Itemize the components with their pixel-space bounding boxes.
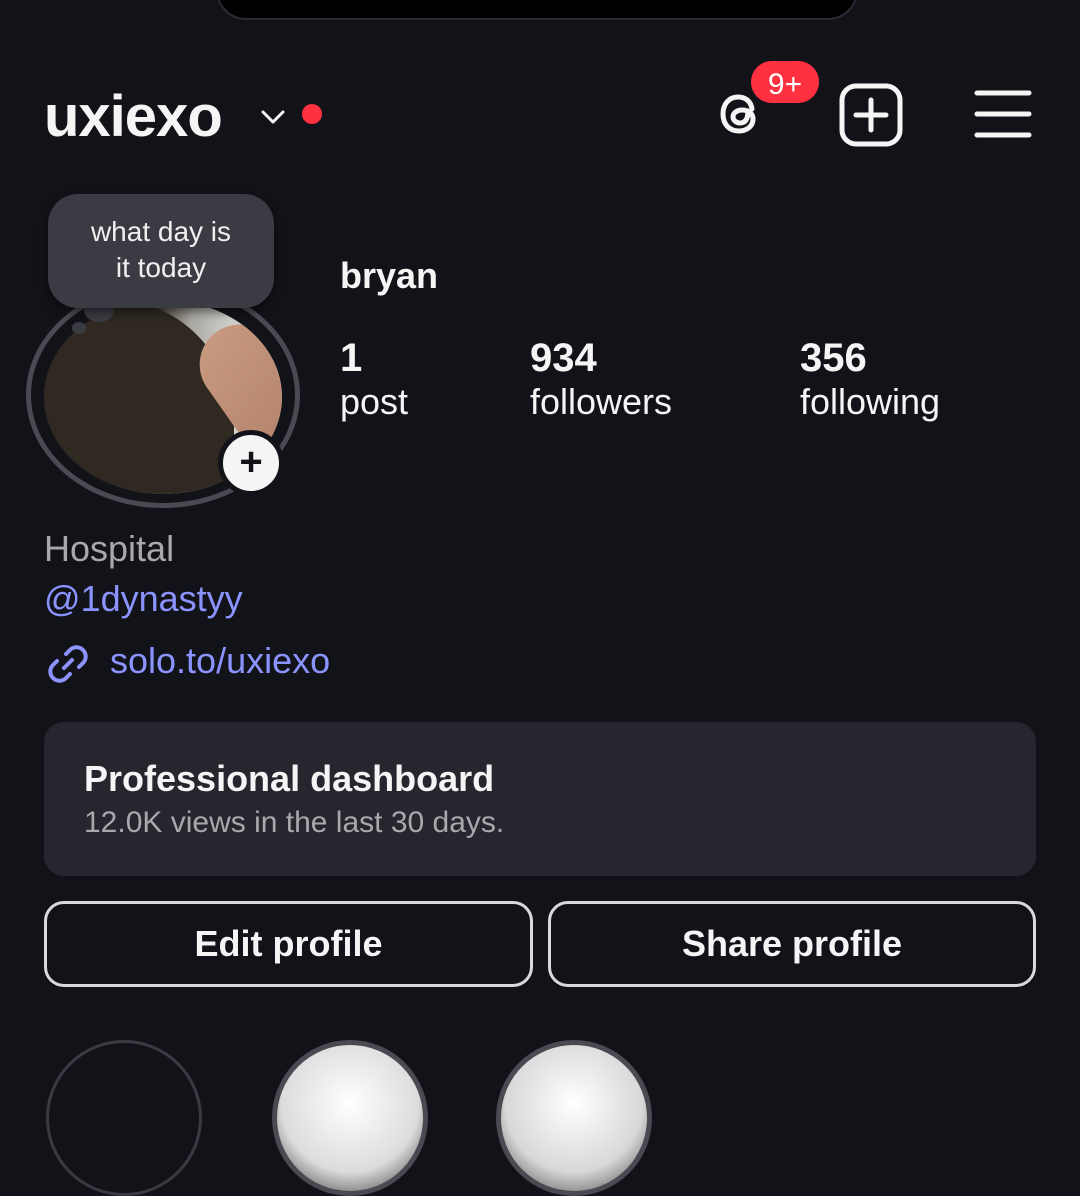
account-switcher-username[interactable]: uxiexo [44, 84, 223, 150]
stat-label: following [800, 381, 941, 422]
stat-following[interactable]: 356 following [800, 336, 940, 423]
stat-value: 356 [800, 336, 867, 380]
dashboard-subtitle: 12.0K views in the last 30 days. [84, 806, 505, 839]
highlight-item[interactable] [272, 1040, 428, 1196]
edit-profile-button[interactable]: Edit profile [44, 901, 533, 987]
dashboard-title: Professional dashboard [84, 758, 495, 799]
link-icon [48, 645, 88, 683]
mention-link[interactable]: @1dynastyy [44, 578, 243, 620]
stat-value: 934 [530, 336, 597, 380]
share-profile-button[interactable]: Share profile [548, 901, 1036, 987]
unread-dot [302, 104, 322, 124]
bio-link[interactable]: solo.to/uxiexo [110, 640, 330, 682]
stat-followers[interactable]: 934 followers [530, 336, 672, 423]
display-name: bryan [340, 255, 439, 296]
add-story-button[interactable]: + [218, 430, 284, 496]
notification-badge: 9+ [748, 58, 822, 106]
note-text: what day is it today [90, 216, 232, 283]
highlight-new[interactable] [46, 1040, 202, 1196]
new-post-icon[interactable] [838, 82, 904, 148]
note-tail [72, 322, 86, 334]
menu-icon[interactable] [974, 88, 1032, 140]
stat-label: post [340, 381, 409, 422]
highlight-item[interactable] [496, 1040, 652, 1196]
stat-value: 1 [340, 336, 363, 380]
chevron-down-icon[interactable] [258, 102, 288, 132]
stat-posts[interactable]: 1 post [340, 336, 408, 423]
stat-label: followers [530, 381, 673, 422]
profile-category: Hospital [44, 528, 175, 569]
dynamic-island [216, 0, 858, 20]
